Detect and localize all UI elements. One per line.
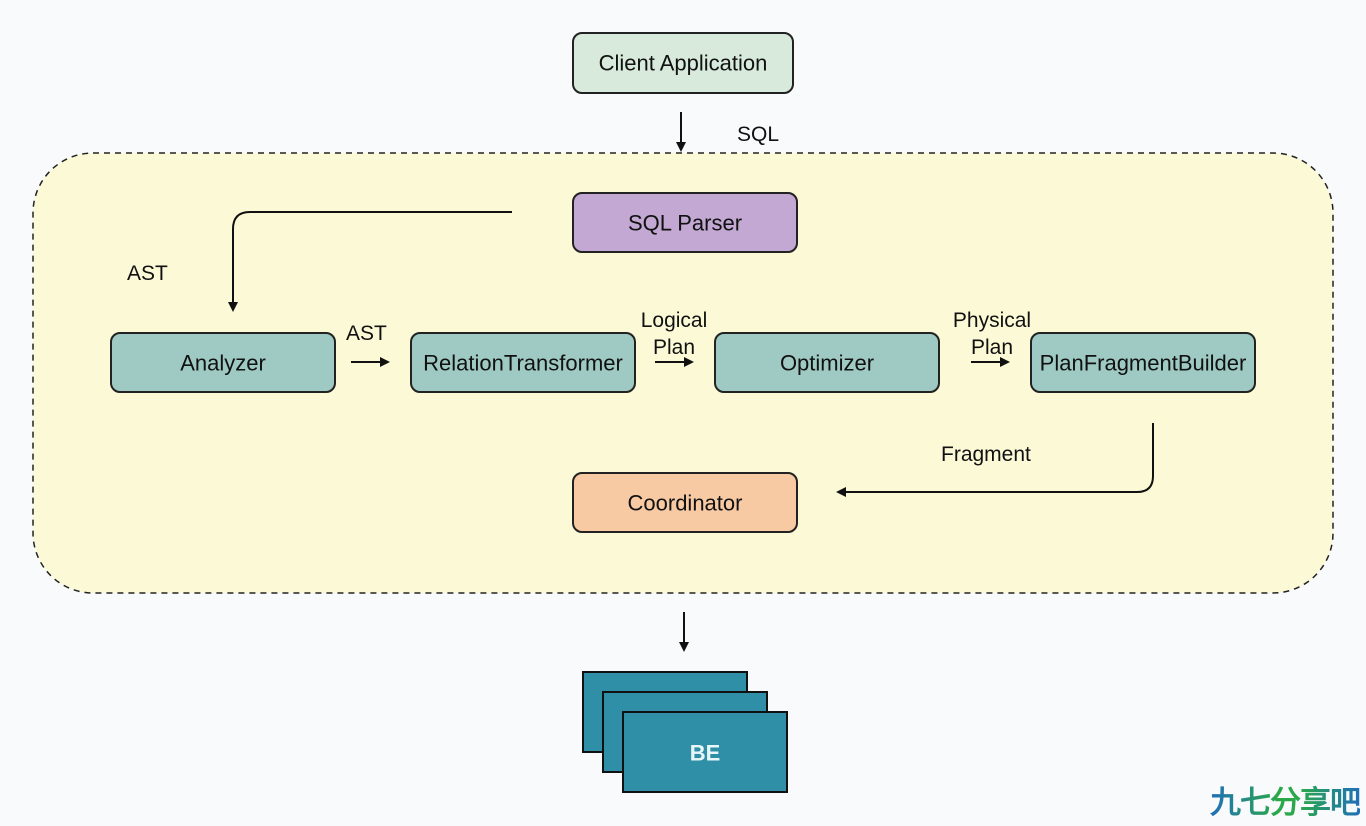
optimizer-label: Optimizer — [780, 351, 874, 376]
relation-transformer-node: RelationTransformer — [410, 332, 636, 393]
ast-label-1: AST — [127, 262, 168, 285]
client-application-node: Client Application — [572, 32, 794, 94]
ast-label-2: AST — [346, 322, 387, 345]
relation-transformer-label: RelationTransformer — [423, 351, 623, 376]
be-node-stack: BE — [582, 671, 788, 793]
sql-parser-node: SQL Parser — [572, 192, 798, 253]
analyzer-node: Analyzer — [110, 332, 336, 393]
diagram: Client Application SQL SQL Parser AST An… — [32, 32, 1334, 793]
logical-plan-label: Plan — [653, 336, 695, 359]
coordinator-label: Coordinator — [628, 491, 743, 516]
be-label: BE — [690, 741, 721, 766]
physical-plan-label: Plan — [971, 336, 1013, 359]
optimizer-node: Optimizer — [714, 332, 940, 393]
plan-fragment-builder-node: PlanFragmentBuilder — [1030, 332, 1256, 393]
sql-parser-label: SQL Parser — [628, 211, 742, 236]
watermark-logo: 九七分享吧 — [1210, 777, 1361, 822]
physical-label: Physical — [953, 309, 1031, 332]
analyzer-label: Analyzer — [180, 351, 266, 376]
coordinator-node: Coordinator — [572, 472, 798, 533]
plan-fragment-builder-label: PlanFragmentBuilder — [1040, 351, 1247, 376]
fragment-label: Fragment — [941, 443, 1031, 466]
logical-label: Logical — [641, 309, 708, 332]
client-application-label: Client Application — [599, 51, 768, 76]
sql-label: SQL — [737, 123, 779, 146]
